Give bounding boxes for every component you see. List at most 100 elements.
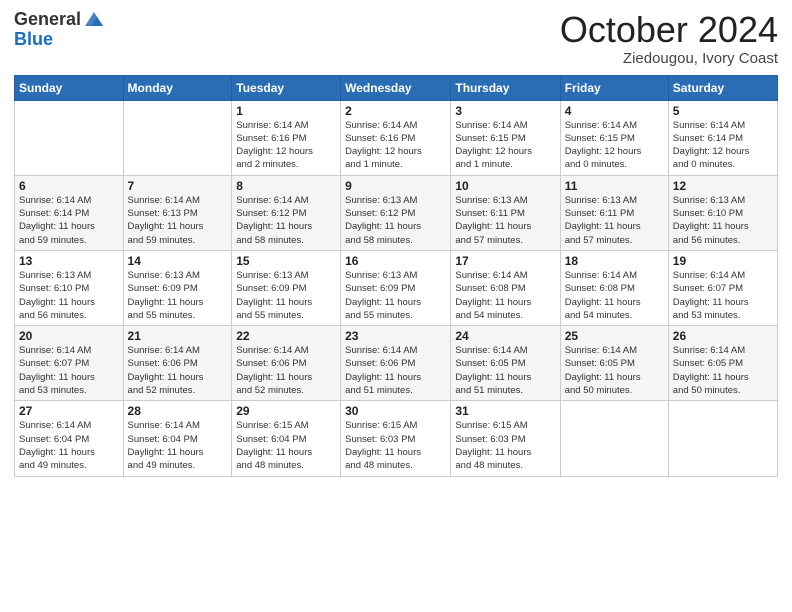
day-info: Sunrise: 6:14 AM Sunset: 6:14 PM Dayligh…: [673, 119, 773, 172]
day-number: 13: [19, 254, 119, 268]
day-info: Sunrise: 6:14 AM Sunset: 6:05 PM Dayligh…: [673, 344, 773, 397]
page: General Blue October 2024 Ziedougou, Ivo…: [0, 0, 792, 612]
day-info: Sunrise: 6:14 AM Sunset: 6:06 PM Dayligh…: [128, 344, 228, 397]
calendar-cell: 27Sunrise: 6:14 AM Sunset: 6:04 PM Dayli…: [15, 401, 124, 476]
day-info: Sunrise: 6:14 AM Sunset: 6:04 PM Dayligh…: [19, 419, 119, 472]
calendar-cell: [668, 401, 777, 476]
calendar-cell: 15Sunrise: 6:13 AM Sunset: 6:09 PM Dayli…: [232, 250, 341, 325]
calendar-cell: 21Sunrise: 6:14 AM Sunset: 6:06 PM Dayli…: [123, 326, 232, 401]
day-number: 1: [236, 104, 336, 118]
day-number: 12: [673, 179, 773, 193]
calendar-cell: 16Sunrise: 6:13 AM Sunset: 6:09 PM Dayli…: [341, 250, 451, 325]
calendar-week-row: 20Sunrise: 6:14 AM Sunset: 6:07 PM Dayli…: [15, 326, 778, 401]
day-info: Sunrise: 6:15 AM Sunset: 6:03 PM Dayligh…: [345, 419, 446, 472]
logo-general: General: [14, 10, 81, 30]
day-number: 19: [673, 254, 773, 268]
day-number: 16: [345, 254, 446, 268]
day-number: 6: [19, 179, 119, 193]
logo-text: General Blue: [14, 10, 105, 50]
day-info: Sunrise: 6:14 AM Sunset: 6:13 PM Dayligh…: [128, 194, 228, 247]
calendar-cell: 31Sunrise: 6:15 AM Sunset: 6:03 PM Dayli…: [451, 401, 560, 476]
day-info: Sunrise: 6:14 AM Sunset: 6:04 PM Dayligh…: [128, 419, 228, 472]
calendar-cell: 26Sunrise: 6:14 AM Sunset: 6:05 PM Dayli…: [668, 326, 777, 401]
calendar-cell: 24Sunrise: 6:14 AM Sunset: 6:05 PM Dayli…: [451, 326, 560, 401]
day-info: Sunrise: 6:14 AM Sunset: 6:15 PM Dayligh…: [455, 119, 555, 172]
calendar-weekday-header: Friday: [560, 75, 668, 100]
calendar-cell: 9Sunrise: 6:13 AM Sunset: 6:12 PM Daylig…: [341, 175, 451, 250]
day-info: Sunrise: 6:13 AM Sunset: 6:09 PM Dayligh…: [345, 269, 446, 322]
calendar-week-row: 27Sunrise: 6:14 AM Sunset: 6:04 PM Dayli…: [15, 401, 778, 476]
day-info: Sunrise: 6:14 AM Sunset: 6:06 PM Dayligh…: [345, 344, 446, 397]
logo-area: General Blue: [14, 10, 105, 50]
day-number: 23: [345, 329, 446, 343]
day-number: 2: [345, 104, 446, 118]
day-number: 21: [128, 329, 228, 343]
day-info: Sunrise: 6:15 AM Sunset: 6:03 PM Dayligh…: [455, 419, 555, 472]
calendar-cell: 4Sunrise: 6:14 AM Sunset: 6:15 PM Daylig…: [560, 100, 668, 175]
calendar-week-row: 1Sunrise: 6:14 AM Sunset: 6:16 PM Daylig…: [15, 100, 778, 175]
day-number: 5: [673, 104, 773, 118]
location-subtitle: Ziedougou, Ivory Coast: [560, 50, 778, 67]
calendar-cell: 3Sunrise: 6:14 AM Sunset: 6:15 PM Daylig…: [451, 100, 560, 175]
calendar-weekday-header: Monday: [123, 75, 232, 100]
calendar-cell: 5Sunrise: 6:14 AM Sunset: 6:14 PM Daylig…: [668, 100, 777, 175]
day-info: Sunrise: 6:14 AM Sunset: 6:16 PM Dayligh…: [236, 119, 336, 172]
calendar-cell: 20Sunrise: 6:14 AM Sunset: 6:07 PM Dayli…: [15, 326, 124, 401]
day-number: 9: [345, 179, 446, 193]
day-info: Sunrise: 6:14 AM Sunset: 6:08 PM Dayligh…: [565, 269, 664, 322]
calendar-weekday-header: Sunday: [15, 75, 124, 100]
day-number: 29: [236, 404, 336, 418]
day-number: 26: [673, 329, 773, 343]
calendar-cell: 10Sunrise: 6:13 AM Sunset: 6:11 PM Dayli…: [451, 175, 560, 250]
day-number: 24: [455, 329, 555, 343]
calendar-cell: 11Sunrise: 6:13 AM Sunset: 6:11 PM Dayli…: [560, 175, 668, 250]
day-number: 7: [128, 179, 228, 193]
calendar-cell: 28Sunrise: 6:14 AM Sunset: 6:04 PM Dayli…: [123, 401, 232, 476]
day-number: 18: [565, 254, 664, 268]
day-number: 20: [19, 329, 119, 343]
calendar-cell: 25Sunrise: 6:14 AM Sunset: 6:05 PM Dayli…: [560, 326, 668, 401]
calendar-cell: 18Sunrise: 6:14 AM Sunset: 6:08 PM Dayli…: [560, 250, 668, 325]
month-title: October 2024: [560, 10, 778, 50]
day-info: Sunrise: 6:14 AM Sunset: 6:15 PM Dayligh…: [565, 119, 664, 172]
day-info: Sunrise: 6:14 AM Sunset: 6:05 PM Dayligh…: [565, 344, 664, 397]
day-number: 4: [565, 104, 664, 118]
day-info: Sunrise: 6:14 AM Sunset: 6:05 PM Dayligh…: [455, 344, 555, 397]
header: General Blue October 2024 Ziedougou, Ivo…: [14, 10, 778, 67]
calendar-cell: 8Sunrise: 6:14 AM Sunset: 6:12 PM Daylig…: [232, 175, 341, 250]
calendar: SundayMondayTuesdayWednesdayThursdayFrid…: [14, 75, 778, 477]
calendar-weekday-header: Thursday: [451, 75, 560, 100]
day-info: Sunrise: 6:14 AM Sunset: 6:12 PM Dayligh…: [236, 194, 336, 247]
day-number: 8: [236, 179, 336, 193]
day-number: 14: [128, 254, 228, 268]
title-area: October 2024 Ziedougou, Ivory Coast: [560, 10, 778, 67]
calendar-cell: [15, 100, 124, 175]
calendar-cell: 14Sunrise: 6:13 AM Sunset: 6:09 PM Dayli…: [123, 250, 232, 325]
day-info: Sunrise: 6:14 AM Sunset: 6:08 PM Dayligh…: [455, 269, 555, 322]
day-number: 3: [455, 104, 555, 118]
day-info: Sunrise: 6:14 AM Sunset: 6:06 PM Dayligh…: [236, 344, 336, 397]
calendar-cell: 30Sunrise: 6:15 AM Sunset: 6:03 PM Dayli…: [341, 401, 451, 476]
calendar-weekday-header: Tuesday: [232, 75, 341, 100]
calendar-weekday-header: Saturday: [668, 75, 777, 100]
calendar-cell: [560, 401, 668, 476]
calendar-cell: 7Sunrise: 6:14 AM Sunset: 6:13 PM Daylig…: [123, 175, 232, 250]
calendar-cell: 12Sunrise: 6:13 AM Sunset: 6:10 PM Dayli…: [668, 175, 777, 250]
calendar-header-row: SundayMondayTuesdayWednesdayThursdayFrid…: [15, 75, 778, 100]
calendar-cell: [123, 100, 232, 175]
calendar-cell: 13Sunrise: 6:13 AM Sunset: 6:10 PM Dayli…: [15, 250, 124, 325]
calendar-week-row: 6Sunrise: 6:14 AM Sunset: 6:14 PM Daylig…: [15, 175, 778, 250]
day-info: Sunrise: 6:13 AM Sunset: 6:10 PM Dayligh…: [673, 194, 773, 247]
day-number: 15: [236, 254, 336, 268]
logo-blue: Blue: [14, 30, 105, 50]
day-info: Sunrise: 6:15 AM Sunset: 6:04 PM Dayligh…: [236, 419, 336, 472]
day-info: Sunrise: 6:13 AM Sunset: 6:11 PM Dayligh…: [565, 194, 664, 247]
logo-icon: [83, 8, 105, 30]
day-info: Sunrise: 6:14 AM Sunset: 6:14 PM Dayligh…: [19, 194, 119, 247]
day-info: Sunrise: 6:13 AM Sunset: 6:12 PM Dayligh…: [345, 194, 446, 247]
day-number: 10: [455, 179, 555, 193]
calendar-cell: 6Sunrise: 6:14 AM Sunset: 6:14 PM Daylig…: [15, 175, 124, 250]
day-number: 25: [565, 329, 664, 343]
day-number: 28: [128, 404, 228, 418]
day-number: 22: [236, 329, 336, 343]
